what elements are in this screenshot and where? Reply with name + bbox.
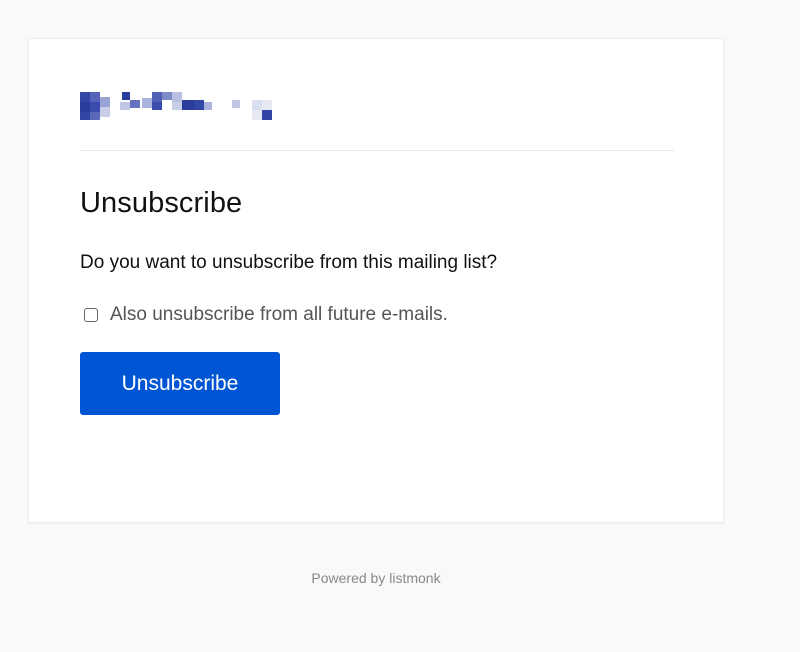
header-divider [80, 150, 674, 151]
unsubscribe-card: Unsubscribe Do you want to unsubscribe f… [28, 38, 724, 523]
unsubscribe-question: Do you want to unsubscribe from this mai… [80, 252, 498, 273]
pixelated-logo-icon [80, 92, 272, 120]
powered-by-footer: Powered by listmonk [311, 570, 441, 586]
page-title: Unsubscribe [80, 187, 243, 219]
blocklist-checkbox[interactable] [84, 308, 98, 322]
unsubscribe-button[interactable]: Unsubscribe [80, 352, 280, 415]
blocklist-checkbox-row[interactable]: Also unsubscribe from all future e-mails… [84, 304, 448, 326]
blocklist-checkbox-label[interactable]: Also unsubscribe from all future e-mails… [110, 304, 448, 326]
